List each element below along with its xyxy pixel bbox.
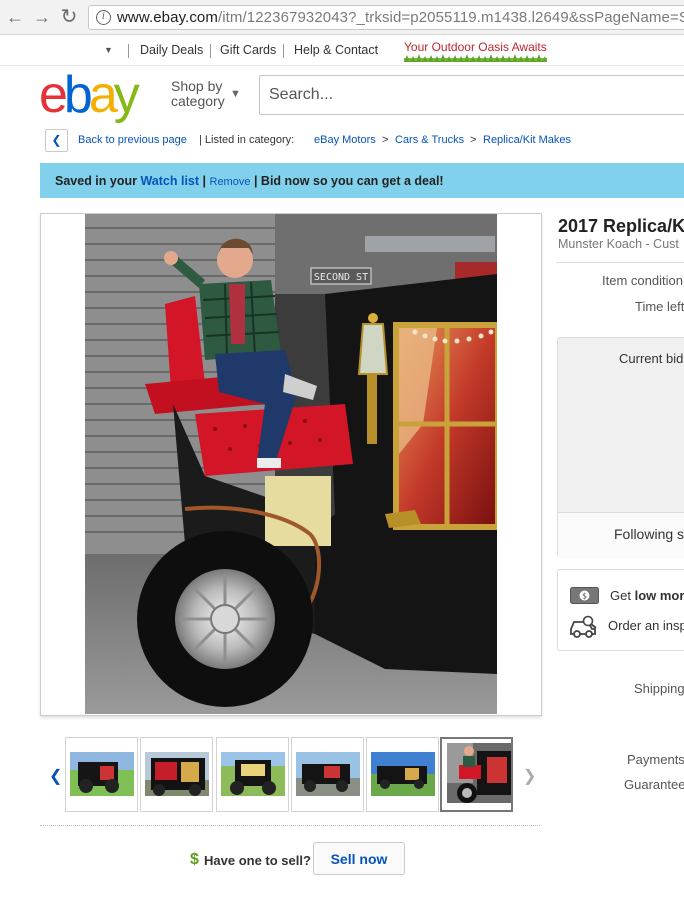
item-condition-label: Item condition — [602, 273, 683, 288]
logo-letter: a — [88, 66, 118, 124]
divider — [210, 44, 211, 58]
info-icon[interactable]: i — [96, 10, 111, 25]
svg-text:$: $ — [582, 592, 587, 601]
gift-cards-link[interactable]: Gift Cards — [220, 43, 276, 57]
category-label: category — [171, 93, 225, 109]
low-monthly-label: low mor — [634, 588, 684, 603]
address-bar[interactable]: i www.ebay.com/itm/122367932043?_trksid=… — [88, 5, 684, 30]
breadcrumb-replica-kit[interactable]: Replica/Kit Makes — [483, 134, 571, 146]
breadcrumb-ebay-motors[interactable]: eBay Motors — [314, 134, 376, 146]
order-inspection-link[interactable]: Order an insp — [608, 618, 684, 633]
thumbnail-prev-arrow-icon[interactable]: ❮ — [49, 766, 62, 786]
time-left-label: Time left — [635, 299, 684, 314]
item-subtitle: Munster Koach - Cust — [558, 237, 679, 251]
search-input[interactable] — [260, 76, 684, 114]
ebay-logo[interactable]: ebay — [39, 66, 159, 124]
thumbnail-image — [371, 752, 435, 796]
financing-text[interactable]: Get low mor — [610, 588, 684, 603]
thumbnail-image — [145, 752, 209, 796]
item-title: 2017 Replica/K — [558, 216, 684, 236]
watch-banner-text: Saved in your Watch list | Remove | Bid … — [55, 174, 444, 188]
watch-list-banner: Saved in your Watch list | Remove | Bid … — [40, 163, 684, 198]
dollar-icon: $ — [190, 851, 199, 868]
thumbnail-next-arrow-icon[interactable]: ❯ — [523, 766, 536, 786]
divider — [40, 825, 540, 826]
grass-icon — [404, 54, 547, 62]
shop-by-label: Shop by — [171, 78, 223, 94]
chevron-down-icon[interactable]: ▼ — [104, 45, 113, 55]
car-inspection-icon — [570, 615, 597, 638]
logo-letter: e — [39, 66, 68, 124]
divider — [283, 44, 284, 58]
payments-label: Payments — [627, 752, 684, 767]
url-path: /itm/122367932043?_trksid=p2055119.m1438… — [217, 9, 684, 26]
thumbnail-3[interactable] — [216, 737, 289, 812]
thumbnail-5[interactable] — [366, 737, 439, 812]
guarantee-label: Guarantee — [624, 777, 684, 792]
back-arrow-icon[interactable]: ← — [4, 6, 26, 28]
forward-arrow-icon[interactable]: → — [31, 6, 53, 28]
have-one-to-sell-label: Have one to sell? — [204, 853, 311, 868]
shop-by-category-button[interactable]: Shop by category — [171, 79, 225, 109]
logo-letter: b — [63, 66, 93, 124]
sell-now-button[interactable]: Sell now — [313, 842, 405, 875]
following-label[interactable]: Following s — [614, 526, 684, 542]
remove-link[interactable]: Remove — [210, 176, 251, 188]
thumbnail-image — [70, 752, 134, 796]
get-label: Get — [610, 588, 635, 603]
browser-toolbar: ← → ↻ i www.ebay.com/itm/122367932043?_t… — [0, 0, 684, 35]
chevron-down-icon[interactable]: ▼ — [230, 88, 241, 100]
global-header-nav: ▼ Daily Deals Gift Cards Help & Contact … — [0, 36, 684, 66]
divider — [128, 44, 129, 58]
thumbnail-image — [221, 752, 285, 796]
logo-letter: y — [113, 66, 140, 124]
promo-banner[interactable]: Your Outdoor Oasis Awaits — [404, 40, 547, 54]
thumbnail-1[interactable] — [65, 737, 138, 812]
back-chevron-icon[interactable]: ❮ — [45, 129, 68, 152]
thumbnail-4[interactable] — [291, 737, 364, 812]
saved-label: Saved in your — [55, 174, 137, 188]
bid-panel — [557, 337, 684, 558]
search-box[interactable] — [259, 75, 684, 115]
back-to-previous-link[interactable]: Back to previous page — [78, 134, 187, 146]
divider — [556, 262, 684, 263]
separator: | — [199, 174, 210, 188]
shipping-label: Shipping — [634, 681, 684, 696]
watch-list-link[interactable]: Watch list — [140, 174, 199, 188]
help-contact-link[interactable]: Help & Contact — [294, 43, 378, 57]
current-bid-label: Current bid — [619, 351, 684, 366]
money-icon: $ — [570, 587, 599, 604]
main-item-photo[interactable]: SECOND ST — [85, 214, 497, 714]
daily-deals-link[interactable]: Daily Deals — [140, 43, 203, 57]
reload-icon[interactable]: ↻ — [58, 6, 80, 28]
listed-in-label: | Listed in category: — [199, 134, 295, 146]
svg-text:SECOND ST: SECOND ST — [314, 272, 368, 283]
thumbnail-6-selected[interactable] — [440, 737, 513, 812]
thumbnail-image — [447, 743, 511, 803]
url-host: www.ebay.com — [117, 9, 218, 26]
breadcrumb-separator: > — [382, 134, 389, 146]
thumbnail-2[interactable] — [140, 737, 213, 812]
breadcrumb-separator: > — [470, 134, 477, 146]
thumbnail-image — [296, 752, 360, 796]
breadcrumb-cars-trucks[interactable]: Cars & Trucks — [395, 134, 464, 146]
bid-now-message: | Bid now so you can get a deal! — [250, 174, 444, 188]
url-text[interactable]: www.ebay.com/itm/122367932043?_trksid=p2… — [117, 9, 684, 26]
